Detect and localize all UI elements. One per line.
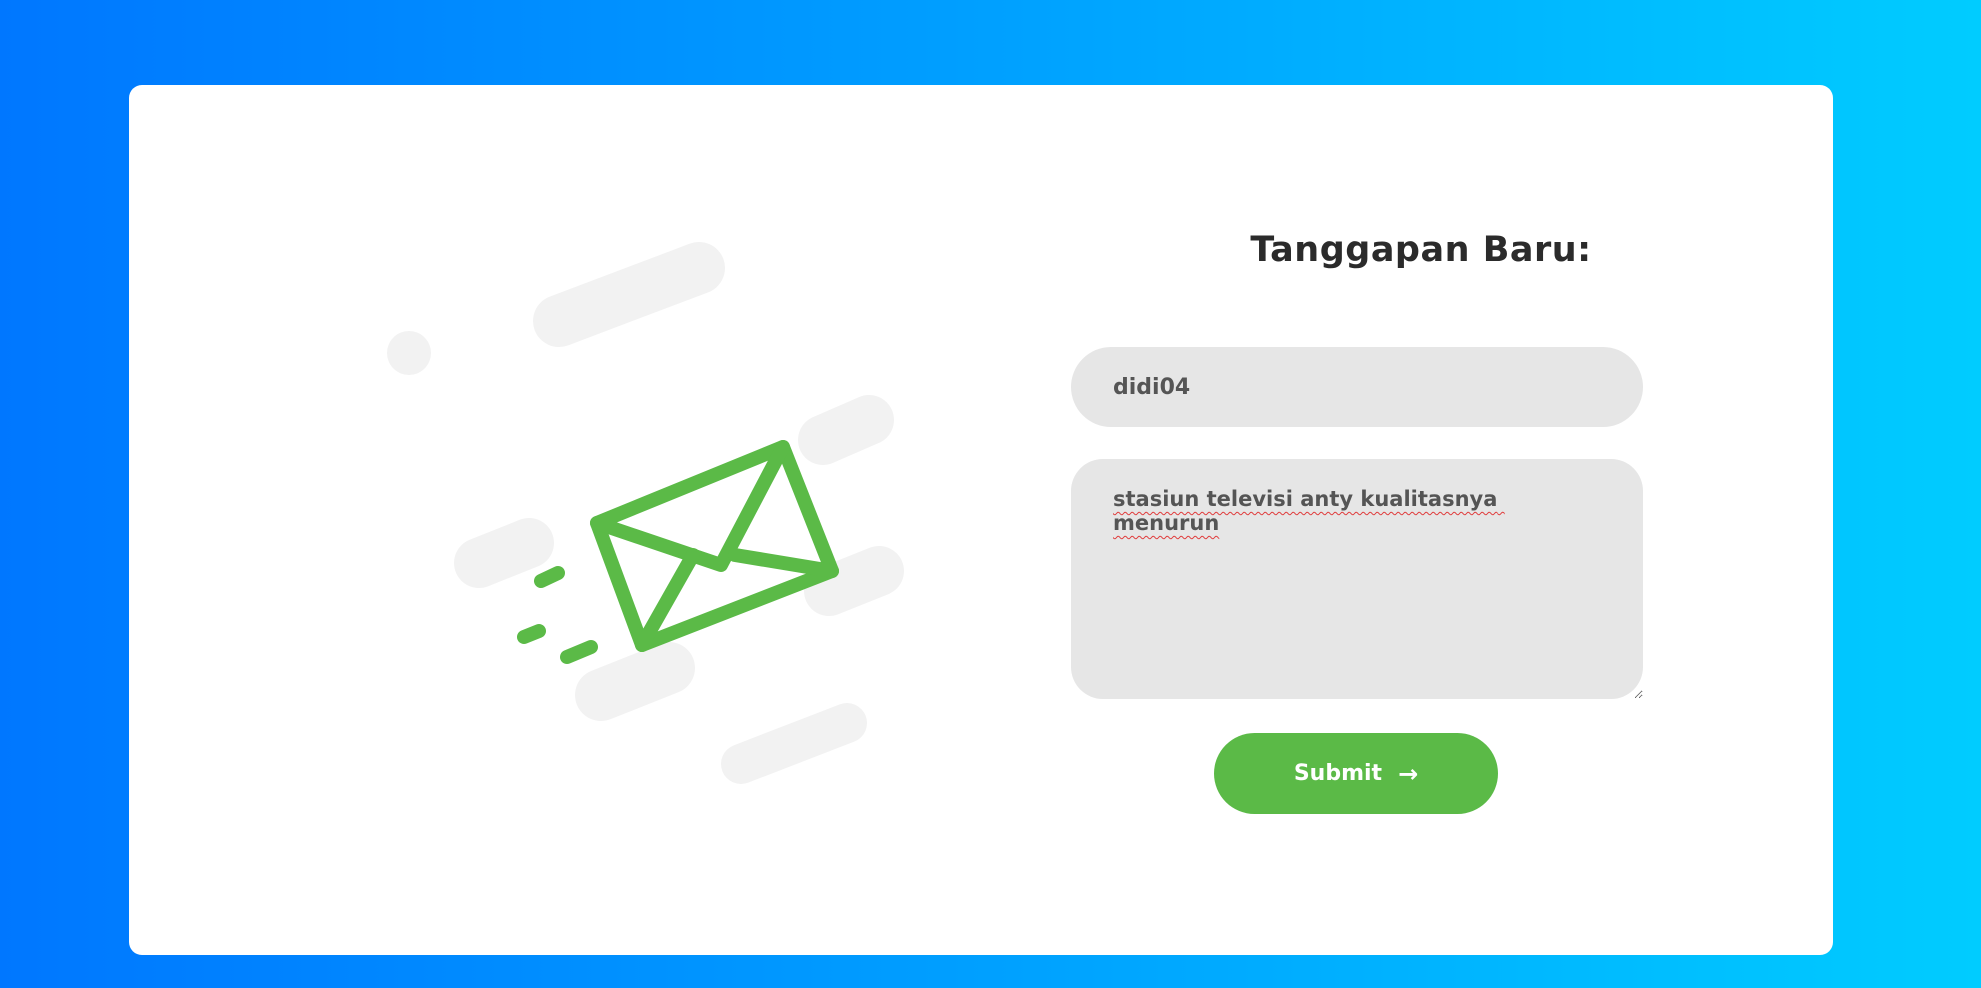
decor-pill — [533, 242, 725, 347]
motion-dash — [517, 624, 546, 644]
response-textarea[interactable]: stasiun televisi anty kualitasnya menuru… — [1071, 459, 1643, 699]
decor-pill — [798, 395, 894, 465]
motion-dash — [560, 640, 598, 664]
form-title: Tanggapan Baru: — [1250, 230, 1592, 270]
decor-dot — [387, 331, 431, 375]
form-card: Tanggapan Baru: stasiun televisi anty ku… — [129, 85, 1833, 955]
motion-dash — [534, 566, 565, 588]
envelope-icon — [387, 242, 904, 784]
envelope-fold-right — [728, 548, 839, 578]
envelope-body — [590, 440, 839, 652]
name-input[interactable] — [1071, 347, 1643, 427]
response-form: Tanggapan Baru: stasiun televisi anty ku… — [1071, 85, 1771, 955]
arrow-right-icon: → — [1398, 759, 1419, 788]
decor-pill — [721, 703, 867, 784]
submit-label: Submit — [1293, 761, 1383, 786]
envelope-illustration — [329, 235, 1029, 935]
decor-pill — [454, 518, 554, 588]
submit-button[interactable]: Submit → — [1214, 733, 1498, 814]
decor-pill — [575, 642, 695, 721]
